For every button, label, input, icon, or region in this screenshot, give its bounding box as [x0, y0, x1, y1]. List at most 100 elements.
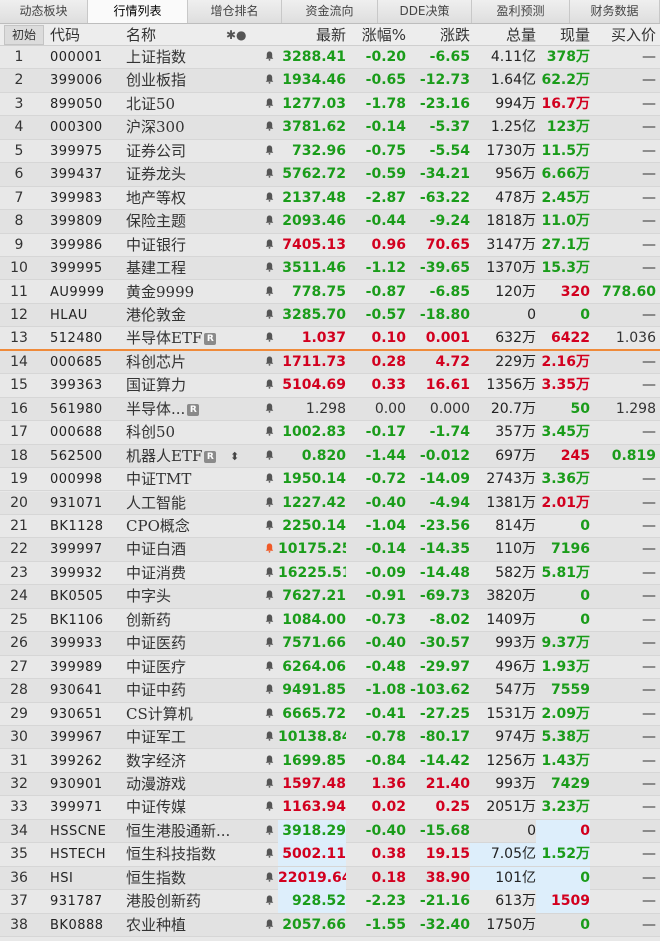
alert-bell-icon[interactable]	[262, 93, 276, 116]
table-row[interactable]: 29 930651 CS计算机 6665.72 -0.41 -27.25 1531万 2.09…	[0, 703, 660, 726]
alert-bell-icon[interactable]	[262, 281, 276, 304]
table-row[interactable]: 6 399437 证券龙头 5762.72 -0.59 -34.21 956万 6.66万 —	[0, 163, 660, 187]
alert-bell-icon[interactable]	[262, 609, 276, 632]
table-row[interactable]: 17 000688 科创50 1002.83 -0.17 -1.74 357万 3.45万 —	[0, 421, 660, 445]
table-row[interactable]: 37 931787 港股创新药 928.52 -2.23 -21.16 613万 1509 —	[0, 890, 660, 914]
alert-bell-icon[interactable]	[262, 116, 276, 139]
tab-1[interactable]: 动态板块	[0, 0, 88, 23]
table-row[interactable]: 35 HSTECH 恒生科技指数 5002.11 0.38 19.15 7.05亿 1.52万…	[0, 843, 660, 867]
table-row[interactable]: 7 399983 地产等权 2137.48 -2.87 -63.22 478万 2.45万 —	[0, 187, 660, 211]
table-row[interactable]: 23 399932 中证消费 16225.51 -0.09 -14.48 582万 5.81万…	[0, 562, 660, 586]
table-row[interactable]: 18 562500 机器人ETF R ⬍ 0.820 -1.44 -0.012 697万 245 0…	[0, 444, 660, 469]
alert-bell-icon[interactable]	[262, 843, 276, 866]
table-row[interactable]: 36 HSI 恒生指数 22019.64 0.18 38.90 101亿 0 —	[0, 866, 660, 891]
alert-bell-icon[interactable]	[262, 257, 276, 280]
alert-bell-icon[interactable]	[262, 140, 276, 163]
reset-sort-button[interactable]: 初始	[4, 25, 44, 45]
alert-bell-icon[interactable]	[262, 773, 276, 796]
alert-bell-icon[interactable]	[262, 468, 276, 491]
table-row[interactable]: 28 930641 中证中药 9491.85 -1.08 -103.62 547万 7559 —	[0, 679, 660, 703]
table-row[interactable]: 33 399971 中证传媒 1163.94 0.02 0.25 2051万 3.23万 —	[0, 796, 660, 820]
header-volume[interactable]: 总量	[486, 24, 536, 46]
change-amount: -14.42	[419, 752, 470, 769]
alert-bell-icon[interactable]	[262, 210, 276, 233]
alert-bell-icon[interactable]	[262, 585, 276, 608]
table-row[interactable]: 34 HSSCNE 恒生港股通新... 3918.29 -0.40 -15.68 0 0 —	[0, 819, 660, 844]
header-current[interactable]: 现量	[546, 24, 590, 46]
alert-bell-icon[interactable]	[262, 445, 276, 468]
alert-bell-icon[interactable]	[262, 538, 276, 561]
table-row[interactable]: 10 399995 基建工程 3511.46 -1.12 -39.65 1370万 15.3万…	[0, 257, 660, 281]
alert-bell-icon[interactable]	[262, 726, 276, 749]
table-row[interactable]: 26 399933 中证医药 7571.66 -0.40 -30.57 993万 9.37万 —	[0, 632, 660, 656]
header-icons[interactable]: ✱●	[226, 24, 247, 46]
alert-bell-icon[interactable]	[262, 890, 276, 913]
table-row[interactable]: 12 HLAU 港伦敦金 3285.70 -0.57 -18.80 0 0 —	[0, 303, 660, 328]
alert-bell-icon[interactable]	[262, 750, 276, 773]
table-row[interactable]: 2 399006 创业板指 1934.46 -0.65 -12.73 1.64亿 62.2万 —	[0, 69, 660, 93]
alert-bell-icon[interactable]	[262, 46, 276, 69]
alert-bell-icon[interactable]	[262, 867, 276, 890]
header-name[interactable]: 名称	[126, 24, 156, 46]
table-row[interactable]: 38 BK0888 农业种植 2057.66 -1.55 -32.40 1750万 0 —	[0, 913, 660, 938]
alert-bell-icon[interactable]	[262, 187, 276, 210]
header-chg[interactable]: 涨跌	[420, 24, 470, 46]
row-number: 33	[10, 799, 28, 816]
alert-bell-icon[interactable]	[262, 820, 276, 843]
alert-bell-icon[interactable]	[262, 914, 276, 937]
current-volume: 0	[580, 916, 590, 933]
alert-bell-icon[interactable]	[262, 327, 276, 350]
alert-bell-icon[interactable]	[262, 304, 276, 327]
alert-bell-icon[interactable]	[262, 163, 276, 186]
bid-price: 1.036	[615, 330, 656, 347]
alert-bell-icon[interactable]	[262, 515, 276, 538]
table-row[interactable]: 20 931071 人工智能 1227.42 -0.40 -4.94 1381万 2.01万 —	[0, 491, 660, 515]
tab-6[interactable]: 盈利预测	[472, 0, 570, 23]
table-row[interactable]: 8 399809 保险主题 2093.46 -0.44 -9.24 1818万 11.0万 —	[0, 210, 660, 234]
table-row[interactable]: 24 BK0505 中字头 7627.21 -0.91 -69.73 3820万 0 —	[0, 585, 660, 609]
alert-bell-icon[interactable]	[262, 69, 276, 92]
alert-bell-icon[interactable]	[262, 679, 276, 702]
security-code: 399967	[50, 730, 103, 746]
table-row[interactable]: 3 899050 北证50 1277.03 -1.78 -23.16 994万 16.7万 —	[0, 93, 660, 117]
alert-bell-icon[interactable]	[262, 351, 276, 374]
table-row[interactable]: 4 000300 沪深300 3781.62 -0.14 -5.37 1.25亿 123万 —	[0, 116, 660, 140]
tab-7[interactable]: 财务数据	[570, 0, 660, 23]
alert-bell-icon[interactable]	[262, 656, 276, 679]
table-row[interactable]: 14 000685 科创芯片 1711.73 0.28 4.72 229万 2.16万 —	[0, 350, 660, 375]
tab-5[interactable]: DDE决策	[378, 0, 472, 23]
tab-2[interactable]: 行情列表	[88, 0, 188, 23]
table-row[interactable]: 16 561980 半导体... R 1.298 0.00 0.000 20.7万 50 1.29…	[0, 397, 660, 422]
table-row[interactable]: 9 399986 中证银行 7405.13 0.96 70.65 3147万 27.1万 —	[0, 234, 660, 257]
tab-4[interactable]: 资金流向	[282, 0, 378, 23]
alert-bell-icon[interactable]	[262, 703, 276, 726]
alert-bell-icon[interactable]	[262, 632, 276, 655]
table-row[interactable]: 15 399363 国证算力 5104.69 0.33 16.61 1356万 3.35万 —	[0, 374, 660, 398]
table-row[interactable]: 21 BK1128 CPO概念 2250.14 -1.04 -23.56 814万 0 —	[0, 515, 660, 539]
table-row[interactable]: 27 399989 中证医疗 6264.06 -0.48 -29.97 496万 1.93万 —	[0, 656, 660, 680]
table-row[interactable]: 5 399975 证券公司 732.96 -0.75 -5.54 1730万 11.5万 —	[0, 140, 660, 164]
header-code[interactable]: 代码	[50, 24, 80, 46]
alert-bell-icon[interactable]	[262, 796, 276, 819]
alert-bell-icon[interactable]	[262, 374, 276, 397]
header-pct[interactable]: 涨幅%	[354, 24, 406, 46]
table-row[interactable]: 1 000001 上证指数 3288.41 -0.20 -6.65 4.11亿 378万 —	[0, 46, 660, 70]
alert-bell-icon[interactable]	[262, 562, 276, 585]
alert-bell-icon[interactable]	[262, 398, 276, 421]
security-code: HLAU	[50, 307, 88, 323]
header-bid[interactable]: 买入价	[600, 24, 656, 46]
table-row[interactable]: 13 512480 半导体ETF R 1.037 0.10 0.001 632万 6422 1.0…	[0, 327, 660, 351]
row-number: 29	[10, 705, 28, 722]
table-row[interactable]: 25 BK1106 创新药 1084.00 -0.73 -8.02 1409万 0 —	[0, 609, 660, 633]
table-row[interactable]: 11 AU9999 黄金9999 778.75 -0.87 -6.85 120万 320 778…	[0, 281, 660, 304]
table-row[interactable]: 22 399997 中证白酒 10175.25 -0.14 -14.35 110万 7196 —	[0, 538, 660, 562]
table-row[interactable]: 32 930901 动漫游戏 1597.48 1.36 21.40 993万 7429 —	[0, 772, 660, 797]
table-row[interactable]: 31 399262 数字经济 1699.85 -0.84 -14.42 1256万 1.43万…	[0, 750, 660, 773]
alert-bell-icon[interactable]	[262, 421, 276, 444]
table-row[interactable]: 19 000998 中证TMT 1950.14 -0.72 -14.09 2743万 3.36…	[0, 468, 660, 492]
alert-bell-icon[interactable]	[262, 492, 276, 515]
table-row[interactable]: 30 399967 中证军工 10138.84 -0.78 -80.17 974万 5.38万…	[0, 726, 660, 750]
alert-bell-icon[interactable]	[262, 234, 276, 257]
tab-3[interactable]: 增仓排名	[188, 0, 282, 23]
header-latest[interactable]: 最新	[302, 24, 346, 46]
